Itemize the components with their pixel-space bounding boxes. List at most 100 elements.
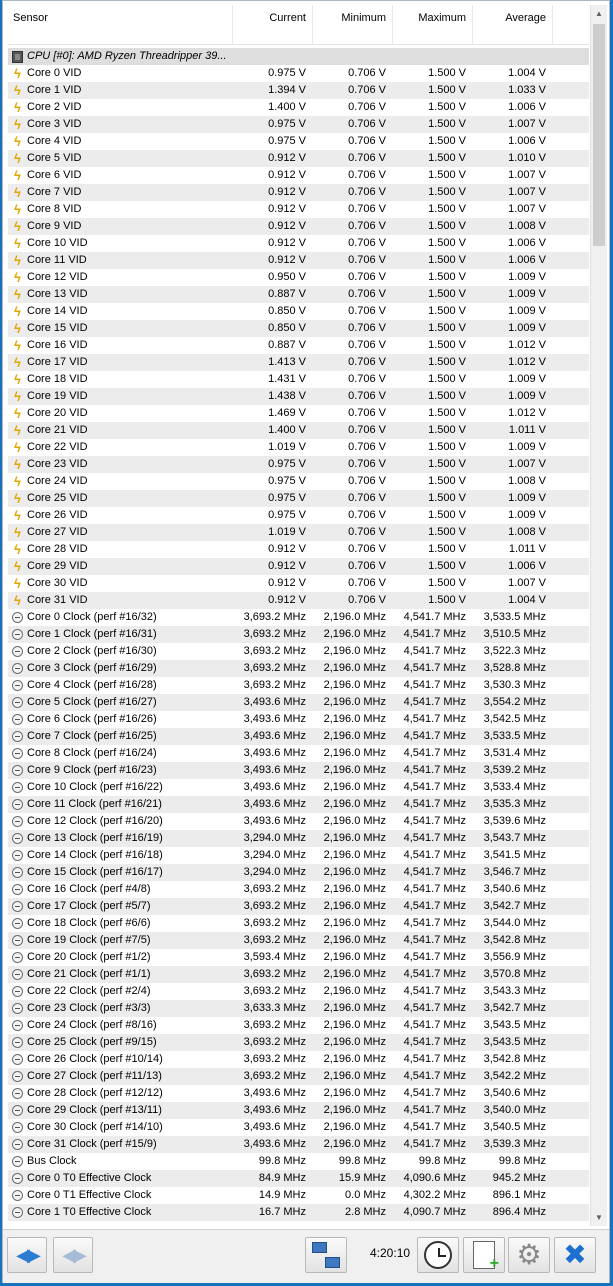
- table-row[interactable]: ϟ Core 15 VID 0.850 V 0.706 V 1.500 V 1.009 V: [8, 320, 589, 337]
- table-row[interactable]: ϟ Core 20 VID 1.469 V 0.706 V 1.500 V 1.012 V: [8, 405, 589, 422]
- table-row[interactable]: ϟ Core 24 VID 0.975 V 0.706 V 1.500 V 1.008 V: [8, 473, 589, 490]
- report-button[interactable]: [463, 1237, 505, 1273]
- table-row[interactable]: Core 14 Clock (perf #16/18) 3,294.0 MHz 2,…: [8, 847, 589, 864]
- table-row[interactable]: ϟ Core 3 VID 0.975 V 0.706 V 1.500 V 1.007 V: [8, 116, 589, 133]
- table-row[interactable]: Core 10 Clock (perf #16/22) 3,493.6 MHz 2,…: [8, 779, 589, 796]
- table-row[interactable]: Core 18 Clock (perf #6/6) 3,693.2 MHz 2,19…: [8, 915, 589, 932]
- clock-icon: [12, 986, 23, 997]
- table-row[interactable]: Core 7 Clock (perf #16/25) 3,493.6 MHz 2,1…: [8, 728, 589, 745]
- column-minimum[interactable]: Minimum: [313, 5, 393, 45]
- current-value: 3,693.2 MHz: [243, 679, 306, 691]
- table-row[interactable]: Core 12 Clock (perf #16/20) 3,493.6 MHz 2,…: [8, 813, 589, 830]
- table-row[interactable]: Core 27 Clock (perf #11/13) 3,693.2 MHz 2,…: [8, 1068, 589, 1085]
- table-row[interactable]: Core 15 Clock (perf #16/17) 3,294.0 MHz 2,…: [8, 864, 589, 881]
- table-row[interactable]: ϟ Core 0 VID 0.975 V 0.706 V 1.500 V 1.004 V: [8, 65, 589, 82]
- table-row[interactable]: Core 8 Clock (perf #16/24) 3,493.6 MHz 2,1…: [8, 745, 589, 762]
- table-row[interactable]: Core 30 Clock (perf #14/10) 3,493.6 MHz 2,…: [8, 1119, 589, 1136]
- table-row[interactable]: Core 3 Clock (perf #16/29) 3,693.2 MHz 2,1…: [8, 660, 589, 677]
- table-row[interactable]: Core 5 Clock (perf #16/27) 3,493.6 MHz 2,1…: [8, 694, 589, 711]
- table-row[interactable]: ϟ Core 6 VID 0.912 V 0.706 V 1.500 V 1.007 V: [8, 167, 589, 184]
- table-row[interactable]: ϟ Core 18 VID 1.431 V 0.706 V 1.500 V 1.009 V: [8, 371, 589, 388]
- current-value: 0.850 V: [268, 305, 306, 317]
- vertical-scrollbar[interactable]: ▲ ▼: [590, 5, 607, 1226]
- average-value: 1.012 V: [508, 339, 546, 351]
- table-row[interactable]: Core 29 Clock (perf #13/11) 3,493.6 MHz 2,…: [8, 1102, 589, 1119]
- sensor-name: Core 1 T0 Effective Clock: [27, 1206, 152, 1218]
- table-row[interactable]: Core 21 Clock (perf #1/1) 3,693.2 MHz 2,19…: [8, 966, 589, 983]
- table-row[interactable]: ϟ Core 26 VID 0.975 V 0.706 V 1.500 V 1.009 V: [8, 507, 589, 524]
- maximum-value: 4,541.7 MHz: [403, 1036, 466, 1048]
- table-row[interactable]: ϟ Core 9 VID 0.912 V 0.706 V 1.500 V 1.008 V: [8, 218, 589, 235]
- table-row[interactable]: ϟ Core 11 VID 0.912 V 0.706 V 1.500 V 1.006 V: [8, 252, 589, 269]
- table-row[interactable]: ϟ Core 28 VID 0.912 V 0.706 V 1.500 V 1.011 V: [8, 541, 589, 558]
- column-sensor[interactable]: Sensor: [8, 5, 233, 45]
- table-row[interactable]: Core 24 Clock (perf #8/16) 3,693.2 MHz 2,1…: [8, 1017, 589, 1034]
- table-row[interactable]: ϟ Core 17 VID 1.413 V 0.706 V 1.500 V 1.012 V: [8, 354, 589, 371]
- table-row[interactable]: Core 2 Clock (perf #16/30) 3,693.2 MHz 2,1…: [8, 643, 589, 660]
- table-row[interactable]: Core 11 Clock (perf #16/21) 3,493.6 MHz 2,…: [8, 796, 589, 813]
- table-row[interactable]: Core 23 Clock (perf #3/3) 3,633.3 MHz 2,19…: [8, 1000, 589, 1017]
- clock-icon: [12, 731, 23, 742]
- table-row[interactable]: ϟ Core 22 VID 1.019 V 0.706 V 1.500 V 1.009 V: [8, 439, 589, 456]
- table-row[interactable]: ϟ Core 19 VID 1.438 V 0.706 V 1.500 V 1.009 V: [8, 388, 589, 405]
- scroll-up-icon[interactable]: ▲: [591, 5, 607, 22]
- table-row[interactable]: ϟ Core 4 VID 0.975 V 0.706 V 1.500 V 1.006 V: [8, 133, 589, 150]
- table-row[interactable]: ϟ Core 31 VID 0.912 V 0.706 V 1.500 V 1.004 V: [8, 592, 589, 609]
- average-value: 1.009 V: [508, 441, 546, 453]
- table-row[interactable]: Core 25 Clock (perf #9/15) 3,693.2 MHz 2,1…: [8, 1034, 589, 1051]
- sensor-name: Core 2 Clock (perf #16/30): [27, 645, 157, 657]
- table-row[interactable]: ϟ Core 14 VID 0.850 V 0.706 V 1.500 V 1.009 V: [8, 303, 589, 320]
- table-row[interactable]: Bus Clock 99.8 MHz 99.8 MHz 99.8 MHz 99.8 MH…: [8, 1153, 589, 1170]
- table-row[interactable]: Core 9 Clock (perf #16/23) 3,493.6 MHz 2,1…: [8, 762, 589, 779]
- average-value: 1.010 V: [508, 152, 546, 164]
- table-row[interactable]: ϟ Core 27 VID 1.019 V 0.706 V 1.500 V 1.008 V: [8, 524, 589, 541]
- minimum-value: 0.706 V: [348, 169, 386, 181]
- column-current[interactable]: Current: [233, 5, 313, 45]
- close-button[interactable]: ✖: [554, 1237, 596, 1273]
- table-row[interactable]: ϟ Core 13 VID 0.887 V 0.706 V 1.500 V 1.009 V: [8, 286, 589, 303]
- sensor-name: Core 27 VID: [27, 526, 88, 538]
- table-row[interactable]: Core 1 T0 Effective Clock 16.7 MHz 2.8 MHz…: [8, 1204, 589, 1221]
- table-row[interactable]: Core 1 Clock (perf #16/31) 3,693.2 MHz 2,1…: [8, 626, 589, 643]
- navigate-button[interactable]: ◀▶: [7, 1237, 47, 1273]
- network-button[interactable]: [305, 1237, 347, 1273]
- sensor-name: Core 2 VID: [27, 101, 82, 113]
- table-row[interactable]: Core 6 Clock (perf #16/26) 3,493.6 MHz 2,1…: [8, 711, 589, 728]
- maximum-value: 4,541.7 MHz: [403, 781, 466, 793]
- column-average[interactable]: Average: [473, 5, 553, 45]
- table-row[interactable]: ϟ Core 2 VID 1.400 V 0.706 V 1.500 V 1.006 V: [8, 99, 589, 116]
- table-row[interactable]: Core 0 T1 Effective Clock 14.9 MHz 0.0 MHz…: [8, 1187, 589, 1204]
- table-row[interactable]: Core 19 Clock (perf #7/5) 3,693.2 MHz 2,19…: [8, 932, 589, 949]
- table-row[interactable]: ϟ Core 16 VID 0.887 V 0.706 V 1.500 V 1.012 V: [8, 337, 589, 354]
- table-row[interactable]: ϟ Core 1 VID 1.394 V 0.706 V 1.500 V 1.033 V: [8, 82, 589, 99]
- table-row[interactable]: Core 0 T0 Effective Clock 84.9 MHz 15.9 MH…: [8, 1170, 589, 1187]
- table-row[interactable]: ϟ Core 8 VID 0.912 V 0.706 V 1.500 V 1.007 V: [8, 201, 589, 218]
- table-row[interactable]: Core 13 Clock (perf #16/19) 3,294.0 MHz 2,…: [8, 830, 589, 847]
- table-row[interactable]: Core 28 Clock (perf #12/12) 3,493.6 MHz 2,…: [8, 1085, 589, 1102]
- column-maximum[interactable]: Maximum: [393, 5, 473, 45]
- navigate-disabled-button[interactable]: ◀▶: [53, 1237, 93, 1273]
- table-row[interactable]: Core 26 Clock (perf #10/14) 3,693.2 MHz 2,…: [8, 1051, 589, 1068]
- table-row[interactable]: Core 4 Clock (perf #16/28) 3,693.2 MHz 2,1…: [8, 677, 589, 694]
- table-row[interactable]: ϟ Core 30 VID 0.912 V 0.706 V 1.500 V 1.007 V: [8, 575, 589, 592]
- table-row[interactable]: ϟ Core 12 VID 0.950 V 0.706 V 1.500 V 1.009 V: [8, 269, 589, 286]
- table-row[interactable]: ϟ Core 23 VID 0.975 V 0.706 V 1.500 V 1.007 V: [8, 456, 589, 473]
- group-row-cpu[interactable]: CPU [#0]: AMD Ryzen Threadripper 39...: [8, 48, 589, 65]
- table-row[interactable]: Core 17 Clock (perf #5/7) 3,693.2 MHz 2,19…: [8, 898, 589, 915]
- scroll-down-icon[interactable]: ▼: [591, 1209, 607, 1226]
- table-row[interactable]: Core 31 Clock (perf #15/9) 3,493.6 MHz 2,1…: [8, 1136, 589, 1153]
- table-row[interactable]: Core 0 Clock (perf #16/32) 3,693.2 MHz 2,1…: [8, 609, 589, 626]
- table-row[interactable]: ϟ Core 10 VID 0.912 V 0.706 V 1.500 V 1.006 V: [8, 235, 589, 252]
- scroll-thumb[interactable]: [593, 24, 605, 246]
- settings-button[interactable]: ⚙: [508, 1237, 550, 1273]
- table-row[interactable]: ϟ Core 29 VID 0.912 V 0.706 V 1.500 V 1.006 V: [8, 558, 589, 575]
- table-row[interactable]: Core 16 Clock (perf #4/8) 3,693.2 MHz 2,19…: [8, 881, 589, 898]
- table-row[interactable]: ϟ Core 5 VID 0.912 V 0.706 V 1.500 V 1.010 V: [8, 150, 589, 167]
- table-row[interactable]: Core 22 Clock (perf #2/4) 3,693.2 MHz 2,19…: [8, 983, 589, 1000]
- clock-button[interactable]: [417, 1237, 459, 1273]
- table-row[interactable]: Core 20 Clock (perf #1/2) 3,593.4 MHz 2,19…: [8, 949, 589, 966]
- table-row[interactable]: ϟ Core 21 VID 1.400 V 0.706 V 1.500 V 1.011 V: [8, 422, 589, 439]
- table-row[interactable]: ϟ Core 25 VID 0.975 V 0.706 V 1.500 V 1.009 V: [8, 490, 589, 507]
- table-row[interactable]: ϟ Core 7 VID 0.912 V 0.706 V 1.500 V 1.007 V: [8, 184, 589, 201]
- maximum-value: 4,541.7 MHz: [403, 679, 466, 691]
